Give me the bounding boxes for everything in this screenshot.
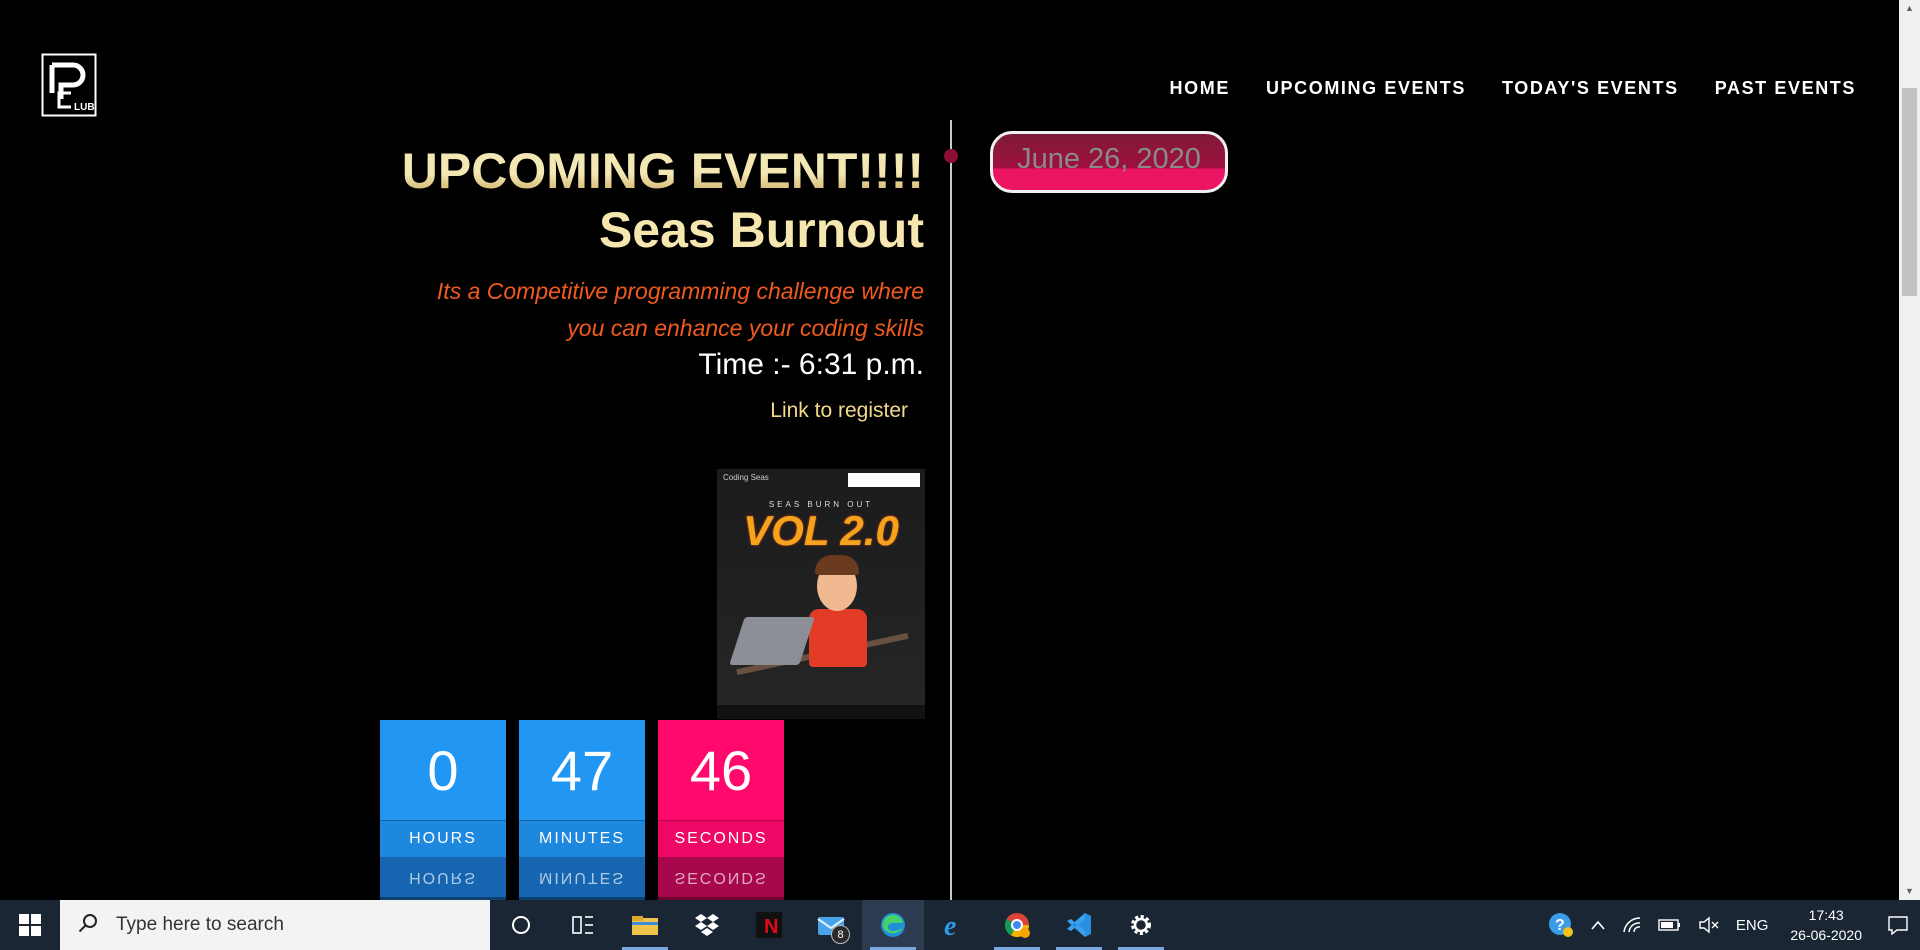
poster-footer <box>717 705 925 719</box>
countdown-timer: 0 HOURS HOURS 47 MINUTES MINUTES 46 SECO… <box>380 720 784 900</box>
minutes-label: MINUTES <box>519 820 645 857</box>
timeline-dot <box>944 149 958 163</box>
event-date-badge: June 26, 2020 <box>990 131 1228 193</box>
search-icon <box>78 913 98 938</box>
taskbar: N 8 e ? ENG 17:43 2 <box>0 900 1920 950</box>
edge-browser-icon[interactable] <box>862 900 924 950</box>
scroll-down-arrow-icon[interactable]: ▼ <box>1899 883 1920 900</box>
cortana-icon[interactable] <box>490 900 552 950</box>
event-card: UPCOMING EVENT!!!! Seas Burnout Its a Co… <box>304 145 924 423</box>
poster-character-body <box>809 609 867 667</box>
main-nav: HOME UPCOMING EVENTS TODAY'S EVENTS PAST… <box>1170 78 1856 99</box>
netflix-icon[interactable]: N <box>738 900 800 950</box>
file-explorer-icon[interactable] <box>614 900 676 950</box>
countdown-seconds: 46 SECONDS SECONDS <box>658 720 784 900</box>
svg-text:N: N <box>764 916 778 938</box>
seconds-label: SECONDS <box>658 820 784 857</box>
taskbar-search[interactable] <box>60 900 490 950</box>
description-line-1: Its a Competitive programming challenge … <box>436 278 924 304</box>
clock-time: 17:43 <box>1808 907 1844 923</box>
event-poster: Coding Seas SEAS BURN OUT VOL 2.0 <box>717 469 925 719</box>
upcoming-headline: UPCOMING EVENT!!!! <box>304 145 924 197</box>
scroll-up-arrow-icon[interactable]: ▲ <box>1899 0 1920 17</box>
system-tray: ? ENG 17:43 26-06-2020 <box>1540 900 1920 950</box>
event-date: June 26, 2020 <box>1017 142 1201 175</box>
vscode-icon[interactable] <box>1048 900 1110 950</box>
nav-upcoming-events[interactable]: UPCOMING EVENTS <box>1266 78 1466 99</box>
minutes-reflection: MINUTES <box>519 857 645 900</box>
seconds-reflection: SECONDS <box>658 857 784 900</box>
poster-volume: VOL 2.0 <box>743 507 899 554</box>
settings-gear-icon[interactable] <box>1110 900 1172 950</box>
notification-center-icon[interactable] <box>1876 900 1920 950</box>
event-title: Seas Burnout <box>598 202 924 258</box>
windows-start-icon[interactable] <box>0 900 60 950</box>
wifi-icon[interactable] <box>1614 916 1650 934</box>
mail-badge: 8 <box>831 925 850 944</box>
timeline-line <box>950 120 952 900</box>
internet-explorer-icon[interactable]: e <box>924 900 986 950</box>
nav-home[interactable]: HOME <box>1170 78 1230 99</box>
vertical-scrollbar[interactable]: ▲ ▼ <box>1899 0 1920 900</box>
task-view-icon[interactable] <box>552 900 614 950</box>
search-input[interactable] <box>114 913 448 937</box>
poster-university-logo <box>848 473 920 487</box>
chrome-icon[interactable] <box>986 900 1048 950</box>
clock-date: 26-06-2020 <box>1790 927 1862 943</box>
hours-label: HOURS <box>380 820 506 857</box>
event-description: Its a Competitive programming challenge … <box>304 273 924 347</box>
nav-past-events[interactable]: PAST EVENTS <box>1715 78 1856 99</box>
nav-todays-events[interactable]: TODAY'S EVENTS <box>1502 78 1679 99</box>
volume-muted-icon[interactable] <box>1690 916 1728 934</box>
minutes-value: 47 <box>550 738 614 802</box>
description-line-2: you can enhance your coding skills <box>567 315 924 341</box>
countdown-hours: 0 HOURS HOURS <box>380 720 506 900</box>
poster-org: Coding Seas <box>723 473 769 482</box>
battery-icon[interactable] <box>1650 918 1690 932</box>
scrollbar-thumb[interactable] <box>1902 88 1917 296</box>
web-page: LUB HOME UPCOMING EVENTS TODAY'S EVENTS … <box>0 0 1899 900</box>
help-icon[interactable]: ? <box>1540 912 1582 938</box>
logo-text: LUB <box>74 102 95 113</box>
seconds-value: 46 <box>689 738 753 802</box>
countdown-minutes: 47 MINUTES MINUTES <box>519 720 645 900</box>
dropbox-icon[interactable] <box>676 900 738 950</box>
svg-text:e: e <box>944 911 956 939</box>
hours-value: 0 <box>427 738 459 802</box>
club-logo[interactable]: LUB <box>41 53 97 117</box>
register-link[interactable]: Link to register <box>770 399 908 423</box>
show-hidden-icons-chevron-icon[interactable] <box>1582 919 1614 931</box>
mail-icon[interactable]: 8 <box>800 900 862 950</box>
hours-reflection: HOURS <box>380 857 506 900</box>
taskbar-clock[interactable]: 17:43 26-06-2020 <box>1776 905 1876 945</box>
poster-character-hair <box>815 555 859 575</box>
event-time: Time :- 6:31 p.m. <box>698 348 924 381</box>
language-indicator[interactable]: ENG <box>1728 917 1777 934</box>
